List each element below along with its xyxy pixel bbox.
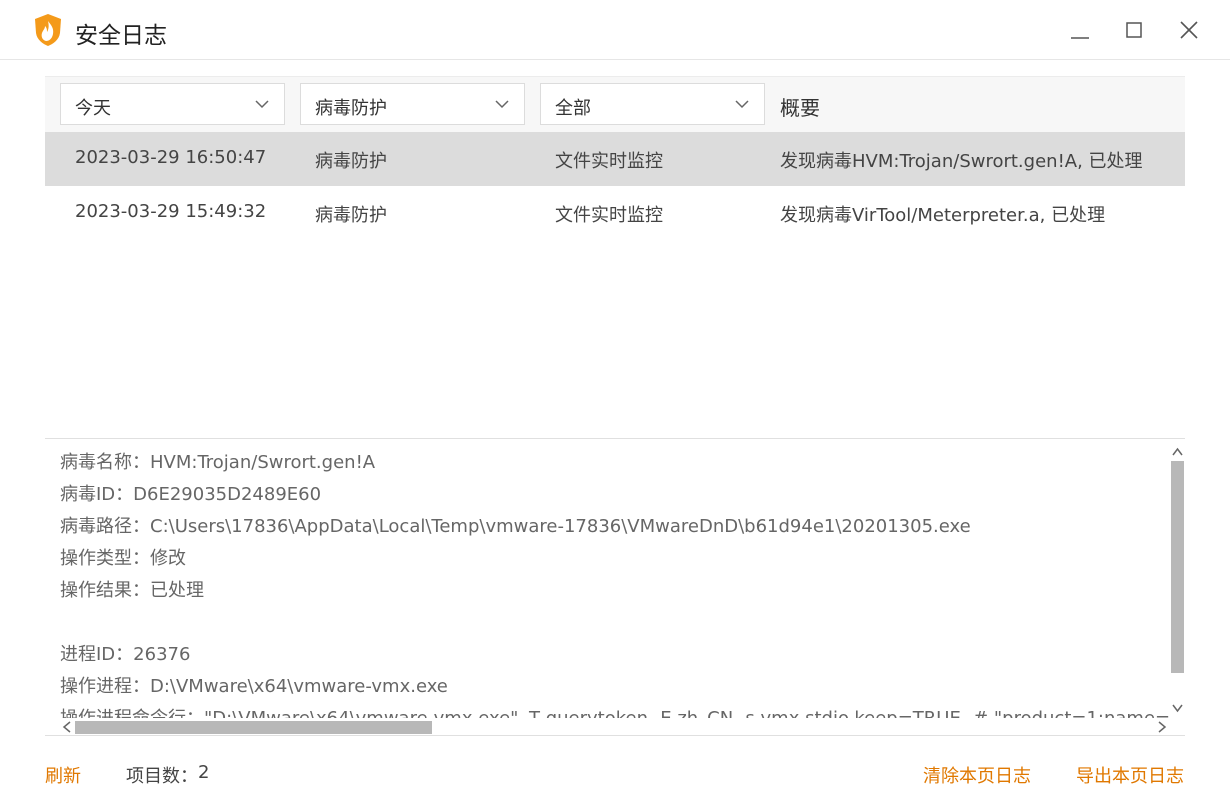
- detail-virus-id: 病毒ID：D6E29035D2489E60: [60, 484, 322, 505]
- item-count-label: 项目数：: [126, 766, 198, 787]
- clear-page-logs-link[interactable]: 清除本页日志: [923, 762, 1031, 788]
- date-filter-dropdown[interactable]: 今天: [60, 83, 285, 125]
- detail-operation-type: 操作类型：修改: [60, 548, 186, 569]
- log-list: 2023-03-29 16:50:47 病毒防护 文件实时监控 发现病毒HVM:…: [45, 132, 1185, 438]
- footer-bar: 刷新 项目数： 2 清除本页日志 导出本页日志: [0, 736, 1230, 810]
- chevron-down-icon: [495, 100, 509, 109]
- detail-virus-path: 病毒路径：C:\Users\17836\AppData\Local\Temp\v…: [60, 516, 971, 537]
- detail-process-id: 进程ID：26376: [60, 644, 191, 665]
- log-source: 文件实时监控: [555, 151, 663, 172]
- log-summary: 发现病毒HVM:Trojan/Swrort.gen!A, 已处理: [780, 151, 1143, 172]
- log-time: 2023-03-29 16:50:47: [75, 147, 267, 168]
- vertical-scroll-thumb[interactable]: [1171, 461, 1184, 673]
- scope-filter-value: 全部: [555, 98, 591, 119]
- detail-virus-name: 病毒名称：HVM:Trojan/Swrort.gen!A: [60, 452, 376, 473]
- log-summary: 发现病毒VirTool/Meterpreter.a, 已处理: [780, 205, 1106, 226]
- log-detail-panel[interactable]: 病毒名称：HVM:Trojan/Swrort.gen!A 病毒ID：D6E290…: [45, 438, 1185, 736]
- log-row[interactable]: 2023-03-29 16:50:47 病毒防护 文件实时监控 发现病毒HVM:…: [45, 132, 1185, 186]
- refresh-link[interactable]: 刷新: [45, 762, 81, 788]
- category-filter-dropdown[interactable]: 病毒防护: [300, 83, 525, 125]
- scroll-up-icon[interactable]: [1172, 447, 1183, 457]
- vertical-scrollbar[interactable]: [1170, 447, 1185, 725]
- log-row[interactable]: 2023-03-29 15:49:32 病毒防护 文件实时监控 发现病毒VirT…: [45, 186, 1185, 240]
- minimize-icon[interactable]: [1066, 16, 1094, 44]
- horizontal-scroll-thumb[interactable]: [75, 721, 432, 734]
- shield-flame-icon: [35, 14, 61, 46]
- category-filter-value: 病毒防护: [315, 98, 387, 119]
- close-icon[interactable]: [1175, 16, 1203, 44]
- item-count-value: 2: [198, 762, 210, 783]
- scroll-right-icon[interactable]: [1157, 721, 1167, 733]
- log-detail-content: 病毒名称：HVM:Trojan/Swrort.gen!A 病毒ID：D6E290…: [60, 448, 1170, 718]
- filter-bar: 今天 病毒防护 全部 概要: [45, 76, 1185, 132]
- chevron-down-icon: [735, 100, 749, 109]
- detail-process-cmdline: 操作进程命令行："D:\VMware\x64\vmware-vmx.exe" -…: [60, 704, 1170, 718]
- window-title: 安全日志: [75, 23, 167, 49]
- log-time: 2023-03-29 15:49:32: [75, 201, 267, 222]
- maximize-icon[interactable]: [1120, 16, 1148, 44]
- log-category: 病毒防护: [315, 205, 387, 226]
- log-source: 文件实时监控: [555, 205, 663, 226]
- detail-operation-result: 操作结果：已处理: [60, 580, 204, 601]
- date-filter-value: 今天: [75, 98, 111, 119]
- chevron-down-icon: [255, 100, 269, 109]
- summary-column-header: 概要: [780, 96, 820, 120]
- scope-filter-dropdown[interactable]: 全部: [540, 83, 765, 125]
- scroll-down-icon[interactable]: [1172, 703, 1183, 713]
- export-page-logs-link[interactable]: 导出本页日志: [1076, 762, 1184, 788]
- title-bar: 安全日志: [0, 0, 1230, 60]
- scroll-left-icon[interactable]: [62, 721, 72, 733]
- log-category: 病毒防护: [315, 151, 387, 172]
- horizontal-scrollbar[interactable]: [60, 719, 1170, 735]
- detail-process-path: 操作进程：D:\VMware\x64\vmware-vmx.exe: [60, 676, 448, 697]
